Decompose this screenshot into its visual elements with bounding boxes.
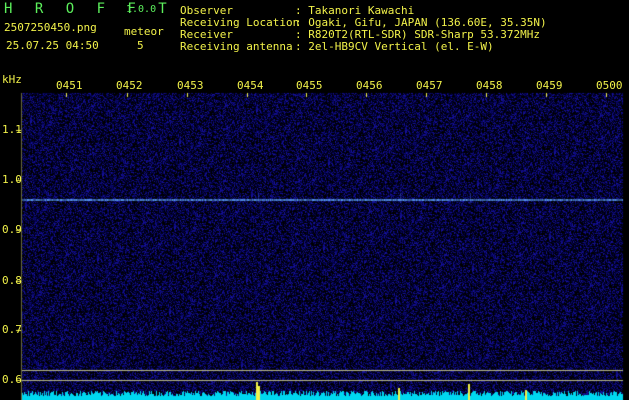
file-datetime: 25.07.25 04:50: [6, 39, 99, 52]
x-tick-label: 0455: [296, 79, 323, 92]
x-tick-label: 0452: [116, 79, 143, 92]
x-tick-label: 0459: [536, 79, 563, 92]
x-tick-label: 0457: [416, 79, 443, 92]
x-tick-label: 0453: [177, 79, 204, 92]
x-tick-label: 0451: [56, 79, 83, 92]
y-tick-label: 0.9: [2, 223, 22, 236]
spectrogram-canvas: [0, 0, 629, 400]
y-tick-label: 1.1: [2, 123, 22, 136]
app-version: 1.0.0: [126, 4, 157, 15]
axis-unit-label: kHz: [2, 73, 22, 86]
meteor-count: 5: [137, 39, 144, 52]
x-tick-label: 0454: [237, 79, 264, 92]
y-tick-label: 0.7: [2, 323, 22, 336]
x-tick-label: 0500: [596, 79, 623, 92]
info-antenna-label: Receiving antenna: [180, 40, 293, 53]
meteor-label: meteor: [124, 25, 164, 38]
y-tick-label: 0.6: [2, 373, 22, 386]
y-tick-label: 0.8: [2, 274, 22, 287]
x-tick-label: 0456: [356, 79, 383, 92]
x-tick-label: 0458: [476, 79, 503, 92]
y-tick-label: 1.0: [2, 173, 22, 186]
file-name: 2507250450.png: [4, 21, 97, 34]
hrofft-window: H R O F F T 1.0.0 2507250450.png 25.07.2…: [0, 0, 629, 400]
info-antenna-value: : 2el-HB9CV Vertical (el. E-W): [295, 40, 494, 53]
